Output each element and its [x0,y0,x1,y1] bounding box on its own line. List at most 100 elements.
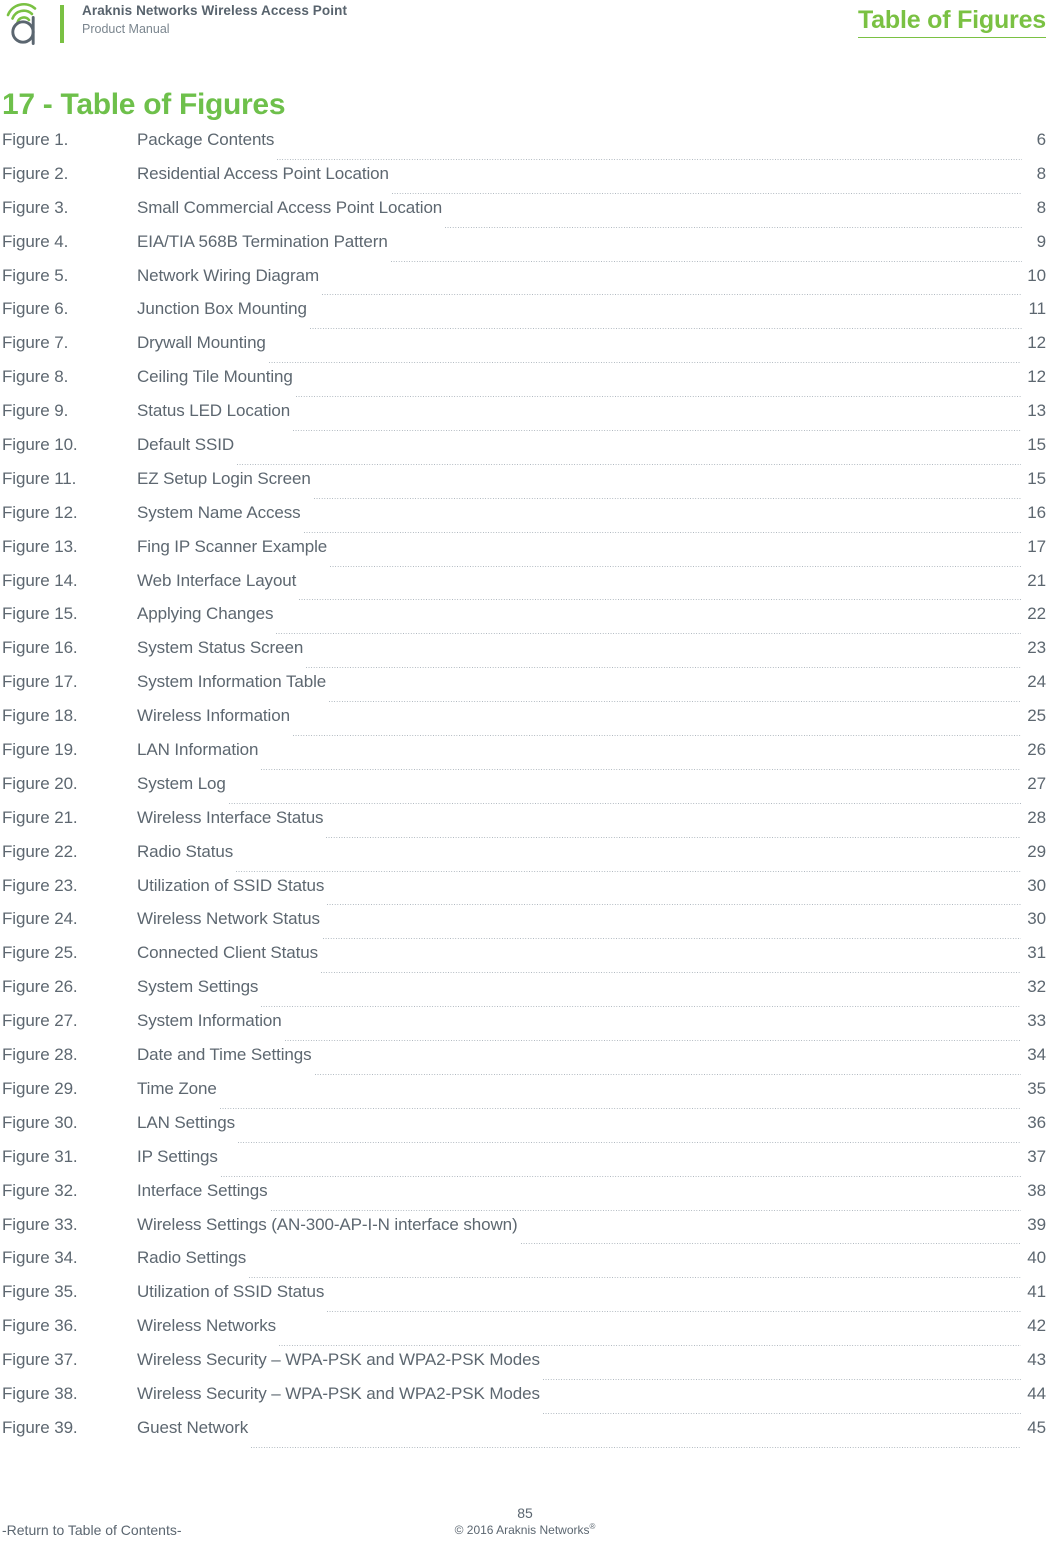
figure-page-number: 12 [1027,367,1046,387]
table-of-figures-row[interactable]: Figure 11. EZ Setup Login Screen 15 [2,469,1046,503]
table-of-figures-row[interactable]: Figure 25. Connected Client Status 31 [2,943,1046,977]
figure-label: Figure 12. [2,502,78,522]
figure-label: Figure 38. [2,1383,78,1403]
dot-leader [313,497,1022,499]
dot-leader [228,802,1022,804]
dot-leader [327,904,1022,906]
figure-label: Figure 37. [2,1350,78,1370]
table-of-figures-row[interactable]: Figure 26. System Settings 32 [2,977,1046,1011]
figure-page-number: 35 [1027,1078,1046,1098]
figure-title: Wireless Networks [137,1316,277,1336]
figure-title: Fing IP Scanner Example [137,536,328,556]
table-of-figures-row[interactable]: Figure 18. Wireless Information 25 [2,706,1046,740]
figure-page-number: 31 [1027,943,1046,963]
figure-title: Wireless Settings (AN-300-AP-I-N interfa… [137,1214,518,1234]
table-of-figures-row[interactable]: Figure 21. Wireless Interface Status 28 [2,808,1046,842]
figure-page-number: 30 [1027,909,1046,929]
footer-copyright-text: © 2016 Araknis Networks [454,1523,590,1537]
figure-title: Package Contents [137,130,275,149]
dot-leader [276,633,1022,635]
figure-title: IP Settings [137,1146,218,1166]
figure-page-number: 24 [1027,672,1046,692]
table-of-figures-row[interactable]: Figure 9. Status LED Location 13 [2,401,1046,435]
figure-title: System Status Screen [137,638,304,658]
figure-title: System Information Table [137,672,327,692]
table-of-figures-row[interactable]: Figure 39. Guest Network 45 [2,1418,1046,1452]
figure-label: Figure 25. [2,943,78,963]
figure-title: Date and Time Settings [137,1045,312,1065]
figure-page-number: 36 [1027,1112,1046,1132]
figure-label: Figure 9. [2,401,69,421]
figure-label: Figure 30. [2,1112,78,1132]
figure-label: Figure 34. [2,1248,78,1268]
table-of-figures-row[interactable]: Figure 15. Applying Changes 22 [2,604,1046,638]
header-section-link[interactable]: Table of Figures [857,6,1046,38]
table-of-figures-row[interactable]: Figure 36. Wireless Networks 42 [2,1316,1046,1350]
page-title: 17 - Table of Figures [2,88,286,121]
figure-page-number: 10 [1027,265,1046,285]
table-of-figures-row[interactable]: Figure 7. Drywall Mounting 12 [2,333,1046,367]
table-of-figures-row[interactable]: Figure 32. Interface Settings 38 [2,1181,1046,1215]
table-of-figures-row[interactable]: Figure 38. Wireless Security – WPA-PSK an… [2,1384,1046,1418]
figure-label: Figure 1. [2,130,69,149]
table-of-figures-row[interactable]: Figure 30. LAN Settings 36 [2,1113,1046,1147]
table-of-figures-row[interactable]: Figure 31. IP Settings 37 [2,1147,1046,1181]
figure-title: Ceiling Tile Mounting [137,367,293,387]
figure-title: Radio Settings [137,1248,247,1268]
table-of-figures-row[interactable]: Figure 29. Time Zone 35 [2,1079,1046,1113]
figure-label: Figure 14. [2,570,78,590]
brand-block: Araknis Networks Wireless Access Point P… [0,0,347,46]
dot-leader [321,972,1022,974]
table-of-figures-row[interactable]: Figure 10. Default SSID 15 [2,435,1046,469]
table-of-figures-row[interactable]: Figure 20. System Log 27 [2,774,1046,808]
table-of-figures-row[interactable]: Figure 13. Fing IP Scanner Example 17 [2,537,1046,571]
figure-label: Figure 20. [2,773,78,793]
table-of-figures-row[interactable]: Figure 37. Wireless Security – WPA-PSK an… [2,1350,1046,1384]
table-of-figures-row[interactable]: Figure 14. Web Interface Layout 21 [2,571,1046,605]
table-of-figures-row[interactable]: Figure 2. Residential Access Point Locati… [2,164,1046,198]
table-of-figures-list: Figure 1. Package Contents 6 Figure 2. Resid… [2,130,1046,1452]
table-of-figures-row[interactable]: Figure 16. System Status Screen 23 [2,638,1046,672]
figure-title: EZ Setup Login Screen [137,468,311,488]
figure-title: Time Zone [137,1078,217,1098]
figure-label: Figure 26. [2,977,78,997]
figure-label: Figure 5. [2,265,69,285]
figure-label: Figure 8. [2,367,69,387]
figure-page-number: 42 [1027,1316,1046,1336]
figure-page-number: 16 [1027,502,1046,522]
table-of-figures-row[interactable]: Figure 17. System Information Table 24 [2,672,1046,706]
figure-title: Utilization of SSID Status [137,1282,325,1302]
footer-copyright: © 2016 Araknis Networks® [0,1522,1050,1537]
figure-title: Wireless Network Status [137,909,320,929]
dot-leader [330,565,1022,567]
table-of-figures-row[interactable]: Figure 24. Wireless Network Status 30 [2,909,1046,943]
table-of-figures-row[interactable]: Figure 4. EIA/TIA 568B Termination Patter… [2,232,1046,266]
table-of-figures-row[interactable]: Figure 33. Wireless Settings (AN-300-AP-I… [2,1215,1046,1249]
table-of-figures-row[interactable]: Figure 28. Date and Time Settings 34 [2,1045,1046,1079]
dot-leader [268,362,1022,364]
dot-leader [303,531,1022,533]
figure-title: Network Wiring Diagram [137,265,320,285]
table-of-figures-row[interactable]: Figure 34. Radio Settings 40 [2,1248,1046,1282]
figure-title: LAN Information [137,740,259,760]
product-title: Araknis Networks Wireless Access Point [82,3,348,18]
table-of-figures-row[interactable]: Figure 35. Utilization of SSID Status 41 [2,1282,1046,1316]
figure-title: System Information [137,1011,282,1031]
table-of-figures-row[interactable]: Figure 22. Radio Status 29 [2,842,1046,876]
table-of-figures-row[interactable]: Figure 27. System Information 33 [2,1011,1046,1045]
figure-title: Connected Client Status [137,943,319,963]
table-of-figures-row[interactable]: Figure 3. Small Commercial Access Point L… [2,198,1046,232]
table-of-figures-row[interactable]: Figure 8. Ceiling Tile Mounting 12 [2,367,1046,401]
figure-label: Figure 35. [2,1282,78,1302]
figure-label: Figure 36. [2,1316,78,1336]
table-of-figures-row[interactable]: Figure 1. Package Contents 6 [2,130,1046,164]
figure-title: Wireless Interface Status [137,807,324,827]
table-of-figures-row[interactable]: Figure 19. LAN Information 26 [2,740,1046,774]
table-of-figures-row[interactable]: Figure 5. Network Wiring Diagram 10 [2,266,1046,300]
table-of-figures-row[interactable]: Figure 6. Junction Box Mounting 11 [2,299,1046,333]
figure-title: Web Interface Layout [137,570,297,590]
table-of-figures-row[interactable]: Figure 12. System Name Access 16 [2,503,1046,537]
table-of-figures-row[interactable]: Figure 23. Utilization of SSID Status 30 [2,876,1046,910]
dot-leader [220,1175,1022,1177]
dot-leader [261,1006,1022,1008]
